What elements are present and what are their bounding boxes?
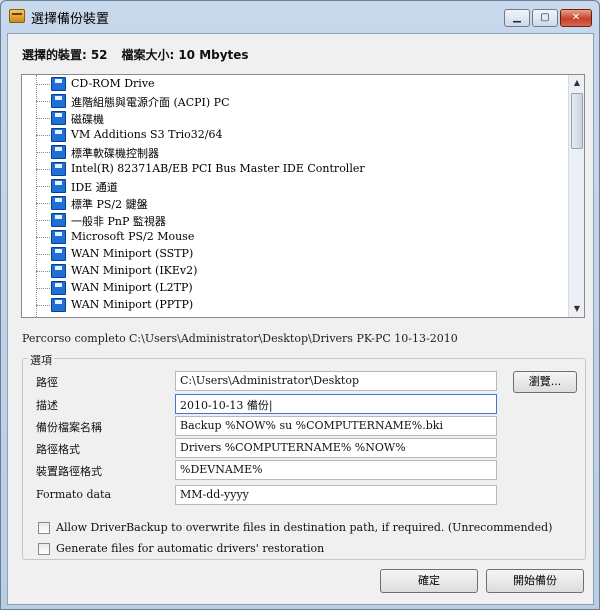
tree-item[interactable]: WAN Miniport (SSTP) bbox=[22, 246, 562, 263]
overwrite-checkbox-label: Allow DriverBackup to overwrite files in… bbox=[56, 521, 553, 534]
tree-item[interactable]: VM Additions S3 Trio32/64 bbox=[22, 127, 562, 144]
tree-branch-line bbox=[36, 186, 50, 187]
device-icon bbox=[51, 281, 66, 295]
device-icon bbox=[51, 213, 66, 227]
tree-item[interactable]: 標準 PS/2 鍵盤 bbox=[22, 195, 562, 212]
minimize-button[interactable]: ▁ bbox=[504, 9, 530, 27]
restore-checkbox[interactable] bbox=[38, 543, 50, 555]
tree-branch-line bbox=[36, 237, 50, 238]
full-path-label: Percorso completo bbox=[22, 332, 126, 345]
tree-item-label: 一般非 PnP 監視器 bbox=[71, 215, 166, 228]
path-field[interactable]: C:\Users\Administrator\Desktop bbox=[175, 371, 497, 391]
tree-item[interactable]: 標準軟碟機控制器 bbox=[22, 144, 562, 161]
tree-item[interactable]: 進階組態與電源介面 (ACPI) PC bbox=[22, 93, 562, 110]
tree-item[interactable]: 一般非 PnP 監視器 bbox=[22, 212, 562, 229]
tree-branch-line bbox=[36, 152, 50, 153]
device-icon bbox=[51, 111, 66, 125]
device-tree[interactable]: CD-ROM Drive 進階組態與電源介面 (ACPI) PC 磁碟機 VM … bbox=[21, 74, 585, 318]
device-path-format-field[interactable]: %DEVNAME% bbox=[175, 460, 497, 480]
tree-item[interactable]: Intel(R) 82371AB/EB PCI Bus Master IDE C… bbox=[22, 161, 562, 178]
tree-branch-line bbox=[36, 203, 50, 204]
description-field[interactable]: 2010-10-13 備份| bbox=[175, 394, 497, 414]
scroll-down-icon[interactable]: ▼ bbox=[569, 301, 584, 317]
tree-item[interactable]: WAN Miniport (IKEv2) bbox=[22, 263, 562, 280]
tree-item-label: Intel(R) 82371AB/EB PCI Bus Master IDE C… bbox=[71, 162, 365, 175]
maximize-icon: ▢ bbox=[540, 12, 550, 23]
restore-checkbox-label: Generate files for automatic drivers' re… bbox=[56, 542, 325, 555]
description-field-label: 描述 bbox=[36, 399, 58, 412]
tree-branch-line bbox=[36, 254, 50, 255]
tree-branch-line bbox=[36, 135, 50, 136]
overwrite-checkbox[interactable] bbox=[38, 522, 50, 534]
tree-item-label: WAN Miniport (IKEv2) bbox=[71, 264, 198, 277]
tree-branch-line bbox=[36, 271, 50, 272]
device-icon bbox=[51, 230, 66, 244]
device-icon bbox=[51, 145, 66, 159]
tree-item-label: WAN Miniport (PPTP) bbox=[71, 298, 194, 311]
date-format-field-label: Formato data bbox=[36, 488, 112, 501]
tree-item-label: WAN Miniport (L2TP) bbox=[71, 281, 193, 294]
tree-branch-line bbox=[36, 305, 50, 306]
tree-item-label: 標準軟碟機控制器 bbox=[71, 147, 159, 160]
tree-item[interactable]: Microsoft PS/2 Mouse bbox=[22, 229, 562, 246]
tree-item-label: CD-ROM Drive bbox=[71, 77, 155, 90]
tree-item[interactable]: CD-ROM Drive bbox=[22, 76, 562, 93]
tree-item[interactable]: WAN Miniport (L2TP) bbox=[22, 280, 562, 297]
device-icon bbox=[51, 264, 66, 278]
tree-item-label: IDE 通道 bbox=[71, 181, 118, 194]
size-value: 10 Mbytes bbox=[178, 48, 249, 62]
selection-summary: 選擇的裝置: 52 檔案大小: 10 Mbytes bbox=[22, 46, 253, 63]
size-label: 檔案大小: bbox=[121, 48, 175, 62]
device-icon bbox=[51, 94, 66, 108]
device-icon bbox=[51, 162, 66, 176]
tree-branch-line bbox=[36, 169, 50, 170]
device-icon bbox=[51, 77, 66, 91]
tree-item-label: WAN Miniport (SSTP) bbox=[71, 247, 194, 260]
scroll-thumb[interactable] bbox=[571, 93, 583, 149]
device-icon bbox=[51, 196, 66, 210]
title-bar[interactable]: 選擇備份裝置 ▁ ▢ ✕ bbox=[1, 1, 599, 31]
device-icon bbox=[51, 179, 66, 193]
maximize-button[interactable]: ▢ bbox=[532, 9, 558, 27]
start-backup-button[interactable]: 開始備份 bbox=[486, 569, 584, 593]
tree-item[interactable]: WAN Miniport (PPTP) bbox=[22, 297, 562, 314]
options-legend: 選項 bbox=[28, 352, 54, 368]
tree-item-label: 標準 PS/2 鍵盤 bbox=[71, 198, 148, 211]
tree-branch-line bbox=[36, 118, 50, 119]
dialog-content: 選擇的裝置: 52 檔案大小: 10 Mbytes CD-ROM Drive 進階組態… bbox=[7, 33, 594, 605]
tree-branch-line bbox=[36, 84, 50, 85]
full-path-value: C:\Users\Administrator\Desktop\Drivers P… bbox=[129, 332, 458, 345]
device-path-format-field-label: 裝置路徑格式 bbox=[36, 465, 102, 478]
tree-item-label: Microsoft PS/2 Mouse bbox=[71, 230, 195, 243]
ok-button[interactable]: 確定 bbox=[380, 569, 478, 593]
tree-branch-line bbox=[36, 220, 50, 221]
close-button[interactable]: ✕ bbox=[560, 9, 592, 27]
minimize-icon: ▁ bbox=[513, 12, 521, 23]
path-field-label: 路徑 bbox=[36, 376, 58, 389]
devices-label: 選擇的裝置: bbox=[22, 48, 87, 62]
app-icon bbox=[9, 9, 25, 23]
filename-field-label: 備份檔案名稱 bbox=[36, 421, 102, 434]
device-icon bbox=[51, 298, 66, 312]
window-title: 選擇備份裝置 bbox=[31, 12, 110, 27]
tree-item[interactable]: 磁碟機 bbox=[22, 110, 562, 127]
devices-count: 52 bbox=[90, 48, 108, 62]
path-format-field-label: 路徑格式 bbox=[36, 443, 80, 456]
tree-branch-line bbox=[36, 288, 50, 289]
dialog-window: 選擇備份裝置 ▁ ▢ ✕ 選擇的裝置: 52 檔案大小: 10 Mbytes CD-R… bbox=[0, 0, 600, 610]
path-format-field[interactable]: Drivers %COMPUTERNAME% %NOW% bbox=[175, 438, 497, 458]
device-icon bbox=[51, 128, 66, 142]
filename-field[interactable]: Backup %NOW% su %COMPUTERNAME%.bki bbox=[175, 416, 497, 436]
close-icon: ✕ bbox=[571, 12, 581, 23]
tree-item-label: 進階組態與電源介面 (ACPI) PC bbox=[71, 96, 230, 109]
scroll-up-icon[interactable]: ▲ bbox=[569, 75, 584, 91]
device-icon bbox=[51, 247, 66, 261]
tree-branch-line bbox=[36, 101, 50, 102]
date-format-field[interactable]: MM-dd-yyyy bbox=[175, 485, 497, 505]
tree-item-label: VM Additions S3 Trio32/64 bbox=[71, 128, 223, 141]
browse-button[interactable]: 瀏覽... bbox=[513, 371, 577, 393]
tree-item-label: 磁碟機 bbox=[71, 113, 104, 126]
tree-scrollbar[interactable]: ▲ ▼ bbox=[568, 75, 584, 317]
tree-item[interactable]: IDE 通道 bbox=[22, 178, 562, 195]
